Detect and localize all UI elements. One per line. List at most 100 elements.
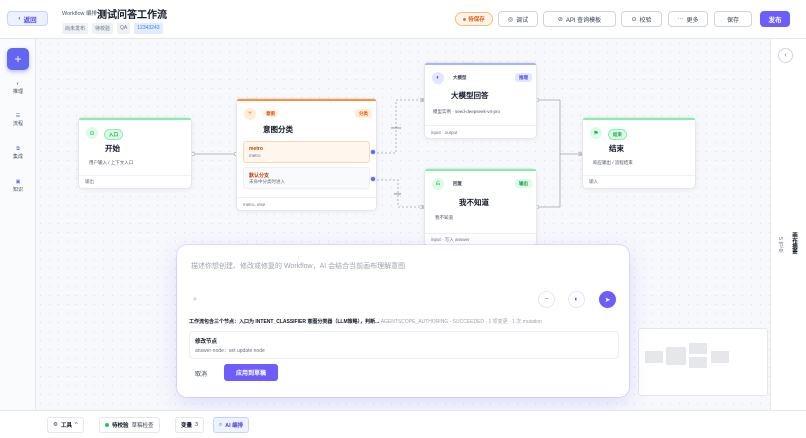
node-type-badge: 入口	[104, 129, 123, 140]
rail-item-knowledge[interactable]: ▣ 知识	[0, 179, 36, 193]
chevron-left-icon: ‹	[18, 15, 21, 22]
send-button[interactable]: ➤	[599, 291, 616, 308]
node-type-badge: 结束	[608, 129, 627, 140]
llm-icon: ◐	[574, 296, 579, 303]
node-title: 大模型回答	[451, 91, 489, 100]
node-count: 5 节点	[777, 237, 783, 253]
status-tags: 尚未发布 待校验 QA 12343243	[62, 23, 163, 34]
reason-icon: ◐	[16, 81, 20, 87]
node-category-badge: 输出	[515, 179, 532, 188]
node-foot: input · output	[425, 125, 536, 138]
tools-button[interactable]: ⚙ 工具 ^	[47, 417, 84, 433]
check-circle-icon: ⊙	[631, 16, 637, 23]
node-foot: metro, else	[237, 197, 376, 210]
search-icon: ⌕	[193, 296, 197, 303]
collapse-button[interactable]: −	[538, 291, 555, 308]
ai-assistant-panel: 描述你想创建、修改或修复的 Workflow，AI 会结合当前画布理解意图 ⌕ …	[177, 245, 629, 397]
node-idk-reply[interactable]: ⎌ 回复 输出 我不知道 我不知道 input · 写入 answer	[424, 168, 537, 247]
bottom-toolbar: ⚙ 工具 ^ 待校验 草稿检查 变量 3 ⌕ AI 编排	[0, 410, 806, 438]
minus-icon: −	[544, 296, 549, 303]
port-metro-out[interactable]	[370, 149, 376, 155]
rail-item-reason[interactable]: ◐ 推理	[0, 81, 36, 95]
left-rail: + ◐ 推理 ☰ 流程 ⧉ 集成 ▣ 知识	[0, 39, 36, 410]
node-type-badge: 回复	[453, 180, 462, 186]
publish-button[interactable]: 发布	[760, 11, 790, 27]
cancel-button[interactable]: 取消	[195, 369, 207, 378]
flag-icon: ⚑	[590, 127, 602, 139]
status-dot-icon	[105, 423, 109, 427]
node-desc: 用户输入 / 上下文入口	[89, 160, 134, 165]
node-desc: 响应输出 / 流程结束	[593, 160, 633, 165]
node-title: 开始	[105, 144, 120, 153]
debug-button[interactable]: ◎ 调试	[498, 11, 538, 27]
chevron-up-icon: ^	[74, 422, 78, 428]
node-title: 意图分类	[263, 125, 293, 134]
ai-result-status: 工作流包含三个节点：入口为 INTENT_CLASSIFIER 意图分类器（LL…	[189, 319, 542, 325]
tag-qa: QA	[117, 23, 131, 34]
node-end[interactable]: ⚑ 结束 结束 响应输出 / 流程结束 输入	[582, 117, 696, 189]
tag-unpublished: 尚未发布	[62, 23, 89, 34]
branch-icon: ⑂	[244, 108, 256, 120]
knowledge-icon: ▣	[15, 179, 21, 185]
ai-prompt-input[interactable]: 描述你想创建、修改或修复的 Workflow，AI 会结合当前画布理解意图	[191, 261, 405, 271]
search-icon: ⌕	[219, 421, 223, 428]
node-title: 结束	[609, 144, 624, 153]
more-icon: ···	[677, 16, 684, 22]
tag-pending-check: 待校验	[92, 23, 114, 34]
apply-to-draft-button[interactable]: 应用到草稿	[224, 364, 278, 381]
minimap-node	[711, 351, 729, 363]
node-start[interactable]: ⊙ 入口 开始 用户输入 / 上下文入口 输出	[78, 117, 192, 189]
back-button[interactable]: ‹ 返回	[7, 11, 48, 26]
plus-icon: +	[14, 52, 22, 66]
node-llm[interactable]: ◐ 大模型 推理 大模型回答 模型实例 · seed-deepseek-v4-p…	[424, 62, 537, 139]
api-template-button[interactable]: ⊘ API 查询模板	[543, 11, 616, 27]
validate-status-button[interactable]: 待校验 草稿检查	[99, 417, 160, 433]
panel-title: 画布摘要	[791, 232, 797, 254]
node-intent-classifier[interactable]: ⑂ 意图 分类 意图分类 metro metro 默认分支 未命中分类时进入 m…	[236, 98, 377, 211]
node-desc: 模型实例 · seed-deepseek-v4-pro	[433, 109, 501, 114]
change-card: 修改节点 answer-node：set update node	[189, 331, 619, 359]
rail-item-flow[interactable]: ☰ 流程	[0, 113, 36, 127]
node-title: 我不知道	[459, 198, 489, 207]
top-header: ‹ 返回 Workflow 编排 测试问答工作流 尚未发布 待校验 QA 123…	[0, 0, 806, 39]
minimap-node	[689, 343, 707, 354]
send-icon: ➤	[604, 296, 611, 304]
more-button[interactable]: ··· 更多	[668, 11, 708, 27]
flow-icon: ☰	[15, 113, 21, 119]
edge-label-metro: metro	[391, 125, 402, 130]
tools-icon: ⚙	[53, 422, 58, 428]
right-summary-panel: ‹ 画布摘要 5 节点	[770, 39, 806, 410]
integration-icon: ⧉	[16, 146, 20, 152]
node-foot: 输出	[79, 175, 191, 188]
llm-icon: ◐	[432, 72, 444, 84]
chevron-left-icon: ‹	[784, 52, 787, 59]
variables-button[interactable]: 变量 3	[175, 417, 205, 433]
node-type-badge: 意图	[262, 109, 279, 118]
rail-item-integration[interactable]: ⧉ 集成	[0, 146, 36, 160]
edge-idk-end	[537, 154, 561, 208]
minimap-node	[689, 357, 707, 368]
node-category-badge: 分类	[355, 109, 372, 118]
minimap-node	[666, 347, 686, 365]
model-button[interactable]: ◐	[568, 291, 585, 308]
node-category-badge: 推理	[515, 73, 532, 82]
play-circle-icon: ◎	[507, 16, 514, 23]
save-button[interactable]: 保存	[714, 11, 752, 27]
page-eyebrow: Workflow 编排	[62, 11, 98, 17]
add-node-button[interactable]: +	[7, 48, 29, 70]
tag-id: 12343243	[134, 23, 163, 34]
branch-metro[interactable]: metro metro	[243, 141, 370, 163]
minimap-node	[645, 351, 663, 363]
reply-icon: ⎌	[432, 178, 444, 190]
unsaved-badge: 待保存	[455, 12, 493, 26]
minimap[interactable]	[638, 328, 768, 396]
play-icon: ⊙	[86, 127, 98, 139]
collapse-panel-button[interactable]: ‹	[778, 48, 793, 63]
ai-edit-button[interactable]: ⌕ AI 编排	[213, 417, 250, 433]
port-else-out[interactable]	[370, 176, 376, 182]
branch-default[interactable]: 默认分支 未命中分类时进入	[243, 167, 370, 189]
validate-button[interactable]: ⊙ 校验	[621, 11, 662, 27]
status-dot-icon	[463, 17, 467, 21]
edge-label-else: else	[394, 191, 402, 196]
node-type-badge: 大模型	[453, 74, 467, 80]
